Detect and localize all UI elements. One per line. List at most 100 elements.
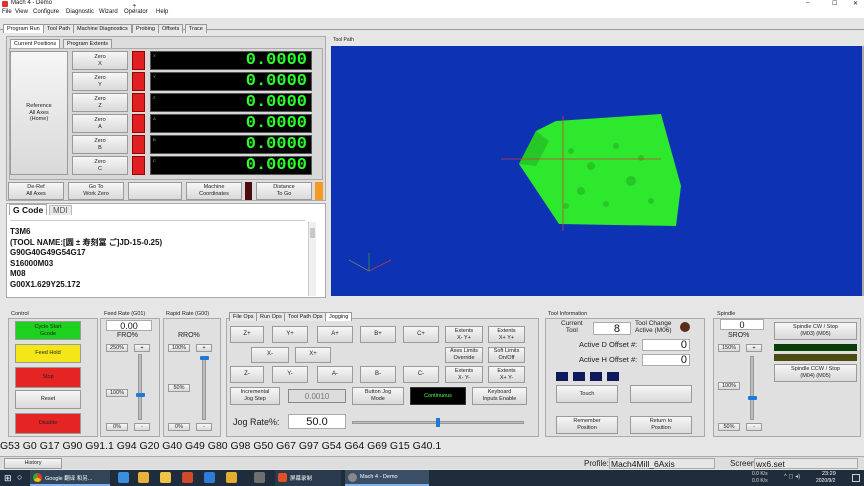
tab-tool-path-ops[interactable]: Tool Path Ops xyxy=(284,312,327,321)
tab-tool-path[interactable]: Tool Path xyxy=(43,24,74,33)
touch-button[interactable]: Touch xyxy=(556,385,618,403)
de-ref-button[interactable]: De-Ref All Axes xyxy=(8,182,64,200)
spindle-field[interactable]: 0 xyxy=(720,319,764,330)
cycle-start-button[interactable]: Cycle Start Gcode xyxy=(15,321,81,340)
reset-button[interactable]: Reset xyxy=(15,390,81,409)
screen-recorder-task[interactable]: 屏幕录制 xyxy=(275,470,341,486)
taskbar-app-icon-5[interactable] xyxy=(204,472,215,483)
rapid-minus-button[interactable]: - xyxy=(196,423,212,431)
toolpath-view[interactable] xyxy=(331,46,862,296)
tab-file-ops[interactable]: File Ops xyxy=(229,312,258,321)
distance-to-go-button[interactable]: Distance To Go xyxy=(256,182,312,200)
history-button[interactable]: History xyxy=(4,458,62,469)
disable-button[interactable]: Disable xyxy=(15,413,81,434)
dro-c[interactable]: C 0.0000 xyxy=(150,156,312,175)
zero-y-button[interactable]: Zero Y xyxy=(72,72,128,91)
menu-wizard[interactable]: Wizard xyxy=(99,9,118,15)
go-to-work-zero-button[interactable]: Go To Work Zero xyxy=(68,182,124,200)
jog-step-field[interactable]: 0.0010 xyxy=(288,389,346,403)
soft-limits-button[interactable]: Soft Limits On/Off xyxy=(488,347,525,363)
gcode-line[interactable]: G00X1.629Y25.172 xyxy=(10,280,305,291)
feed-preset-bottom[interactable]: 0% xyxy=(106,423,128,431)
jog-c-minus[interactable]: C- xyxy=(403,366,439,383)
taskbar-app-icon-3[interactable] xyxy=(160,472,171,483)
axes-limits-override-button[interactable]: Axes Limits Override xyxy=(445,347,483,363)
gcode-listing[interactable]: T3M6 (TOOL NAME:[圆 ± 寿刻冨 ご]JD-15-0.25) G90… xyxy=(10,220,305,296)
zero-b-button[interactable]: Zero B xyxy=(72,135,128,154)
dro-b[interactable]: B 0.0000 xyxy=(150,135,312,154)
tab-probing[interactable]: Probing xyxy=(132,24,159,33)
dro-z[interactable]: Z 0.0000 xyxy=(150,93,312,112)
spindle-preset-bottom[interactable]: 50% xyxy=(718,423,740,431)
menu-help[interactable]: Help xyxy=(156,9,168,15)
machine-coordinates-button[interactable]: Machine Coordinates xyxy=(186,182,242,200)
stop-button[interactable]: Stop xyxy=(15,367,81,388)
rapid-preset-mid[interactable]: 50% xyxy=(168,384,190,392)
clock-time[interactable]: 23:29 xyxy=(822,471,836,477)
gcode-line[interactable]: M08 xyxy=(10,269,305,280)
feed-preset-top[interactable]: 250% xyxy=(106,344,128,352)
tab-program-run[interactable]: Program Run xyxy=(3,24,44,33)
jog-y-plus[interactable]: Y+ xyxy=(272,326,308,343)
tray-icons[interactable]: ^ ◻ ◂) xyxy=(784,473,800,480)
zero-c-button[interactable]: Zero C xyxy=(72,156,128,175)
search-icon[interactable]: ○ xyxy=(17,472,22,482)
taskbar-app-icon-2[interactable] xyxy=(138,472,149,483)
spindle-minus-button[interactable]: - xyxy=(746,423,762,431)
tab-current-positions[interactable]: Current Positions xyxy=(10,39,61,48)
feed-plus-button[interactable]: + xyxy=(134,344,150,352)
gcode-line[interactable]: G90G40G49G54G17 xyxy=(10,248,305,259)
jog-b-plus[interactable]: B+ xyxy=(360,326,396,343)
return-to-position-button[interactable]: Return to Position xyxy=(630,416,692,434)
extents-xminus-yplus-button[interactable]: Extents X- Y+ xyxy=(445,326,483,343)
gcode-line[interactable]: T3M6 xyxy=(10,227,305,238)
feed-rate-slider[interactable] xyxy=(138,354,142,420)
tab-run-ops[interactable]: Run Ops xyxy=(256,312,286,321)
extents-xminus-yminus-button[interactable]: Extents X- Y- xyxy=(445,366,483,383)
gcode-line[interactable]: S16000M03 xyxy=(10,259,305,270)
taskbar-app-icon-1[interactable] xyxy=(118,472,129,483)
rapid-plus-button[interactable]: + xyxy=(196,344,212,352)
spindle-preset-top[interactable]: 150% xyxy=(718,344,740,352)
feed-rate-knob[interactable] xyxy=(136,393,145,398)
jog-b-minus[interactable]: B- xyxy=(360,366,396,383)
dro-x[interactable]: X 0.0000 xyxy=(150,51,312,70)
rapid-rate-knob[interactable] xyxy=(200,356,209,360)
menu-diagnostic[interactable]: Diagnostic xyxy=(66,9,94,15)
reference-all-button[interactable]: Reference All Axes (Home) xyxy=(10,51,68,175)
spindle-preset-mid[interactable]: 100% xyxy=(718,382,740,390)
current-tool-field[interactable]: 8 xyxy=(593,322,631,335)
spindle-ccw-button[interactable]: Spindle CCW / Stop (M04) (M05) xyxy=(774,364,857,382)
active-d-field[interactable]: 0 xyxy=(642,339,690,351)
feed-preset-mid[interactable]: 100% xyxy=(106,389,128,397)
rapid-preset-bottom[interactable]: 0% xyxy=(168,423,190,431)
gcode-scrollbar[interactable] xyxy=(308,222,316,296)
tab-program-extents[interactable]: Program Extents xyxy=(63,39,112,48)
jog-rate-knob[interactable] xyxy=(436,418,440,427)
menu-view[interactable]: View xyxy=(15,9,28,15)
blank-button[interactable] xyxy=(128,182,182,200)
close-button[interactable]: ✕ xyxy=(853,0,858,7)
tab-trace[interactable]: Trace xyxy=(185,24,207,33)
zero-a-button[interactable]: Zero A xyxy=(72,114,128,133)
rapid-preset-top[interactable]: 100% xyxy=(168,344,190,352)
jog-c-plus[interactable]: C+ xyxy=(403,326,439,343)
spindle-slider[interactable] xyxy=(750,356,754,420)
minimize-button[interactable]: – xyxy=(806,0,809,6)
menu-configure[interactable]: Configure xyxy=(33,9,59,15)
jog-x-plus[interactable]: X+ xyxy=(295,347,331,363)
feed-minus-button[interactable]: - xyxy=(134,423,150,431)
zero-x-button[interactable]: Zero X xyxy=(72,51,128,70)
jog-rate-field[interactable]: 50.0 xyxy=(288,414,346,429)
scrollbar-thumb[interactable] xyxy=(310,228,315,238)
extents-xplus-yminus-button[interactable]: Extents X+ Y- xyxy=(488,366,525,383)
spindle-knob[interactable] xyxy=(748,396,757,401)
tab-offsets[interactable]: Offsets xyxy=(158,24,184,33)
tab-machine-diagnostics[interactable]: Machine Diagnostics xyxy=(73,24,132,33)
blank-tool-button[interactable] xyxy=(630,385,692,403)
tab-mdi[interactable]: MDI xyxy=(49,205,72,215)
notification-icon[interactable] xyxy=(852,474,860,482)
jog-x-minus[interactable]: X- xyxy=(251,347,289,363)
jog-z-minus[interactable]: Z- xyxy=(230,366,264,383)
dro-y[interactable]: Y 0.0000 xyxy=(150,72,312,91)
